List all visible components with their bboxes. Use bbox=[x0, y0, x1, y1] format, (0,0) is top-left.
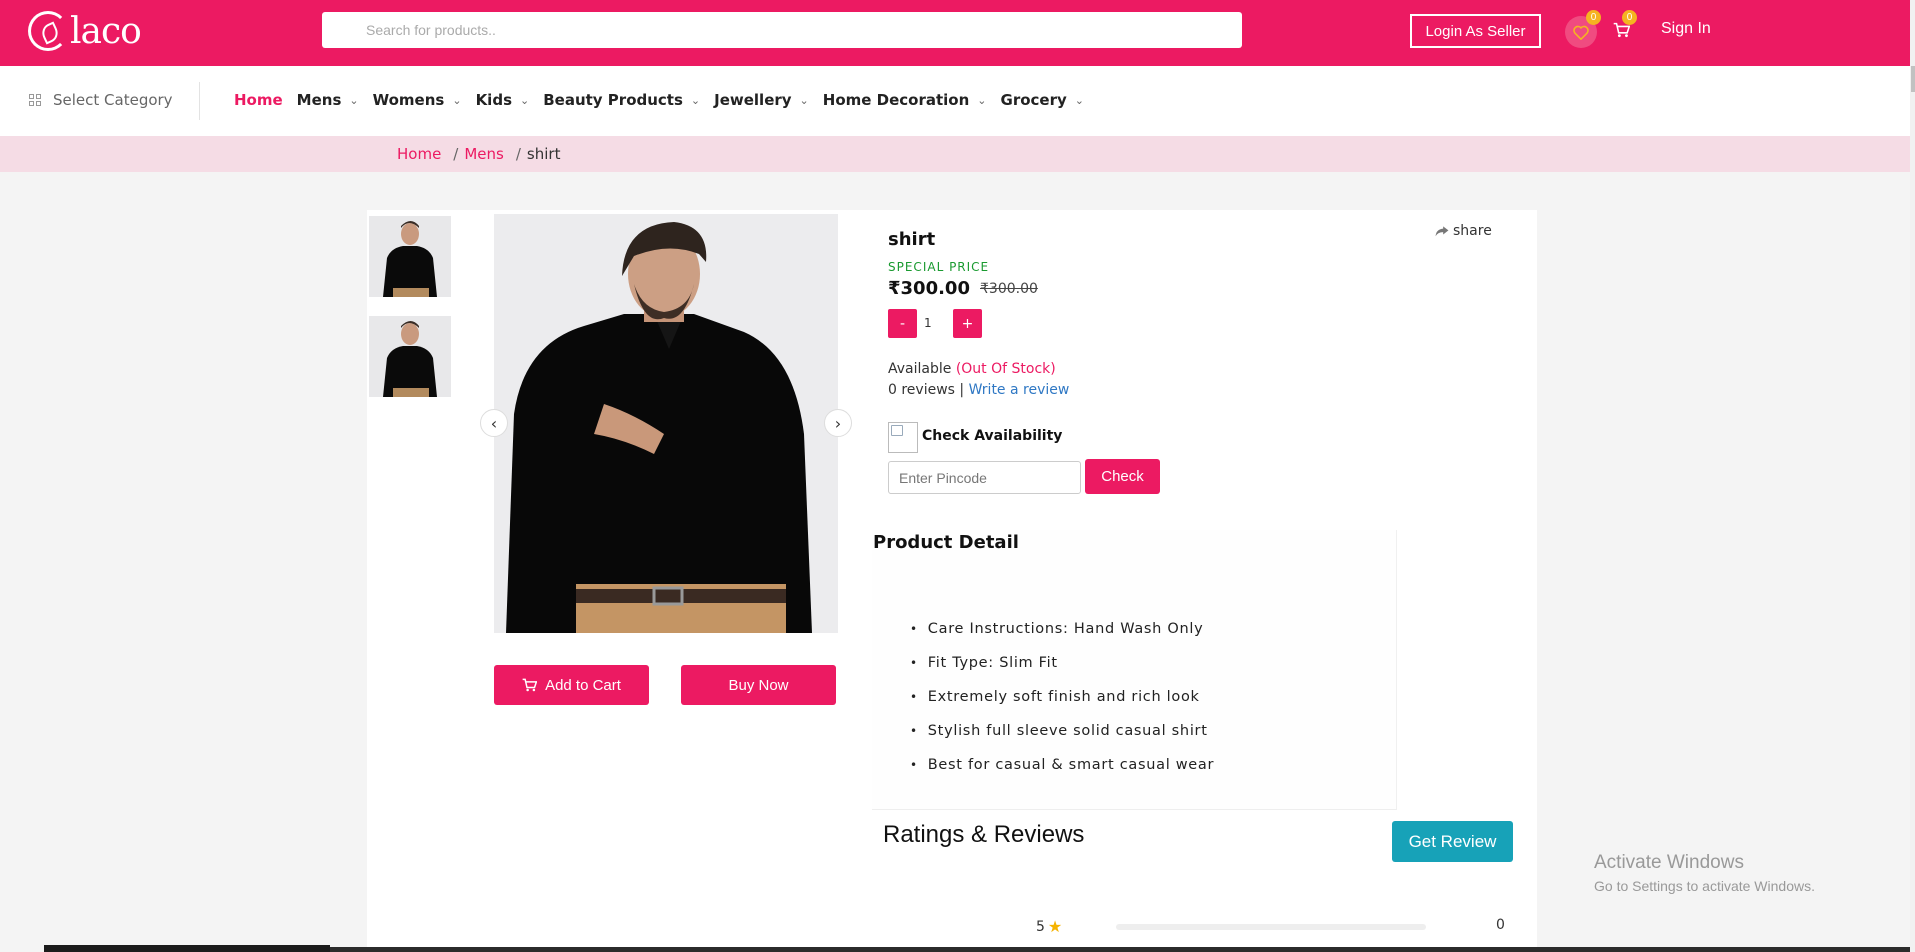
scrollbar-thumb[interactable] bbox=[1911, 66, 1915, 92]
nav-item-jewellery[interactable]: Jewellery ⌄ bbox=[714, 91, 809, 109]
breadcrumb: Home / Mens / shirt bbox=[397, 145, 560, 163]
product-title: shirt bbox=[888, 229, 936, 250]
breadcrumb-bar: Home / Mens / shirt bbox=[0, 136, 1910, 172]
breadcrumb-current: shirt bbox=[526, 145, 561, 163]
buy-now-button[interactable]: Buy Now bbox=[681, 665, 836, 705]
chevron-down-icon: ⌄ bbox=[799, 93, 809, 107]
site-logo[interactable]: laco bbox=[28, 10, 142, 52]
check-availability-label: Check Availability bbox=[922, 428, 1063, 444]
shirt-model-image bbox=[494, 214, 838, 633]
add-to-cart-label: Add to Cart bbox=[545, 676, 621, 694]
nav-item-home-decoration[interactable]: Home Decoration ⌄ bbox=[823, 91, 987, 109]
cart-count-badge: 0 bbox=[1622, 10, 1637, 25]
grid-icon bbox=[29, 94, 41, 106]
write-review-link[interactable]: Write a review bbox=[969, 382, 1070, 398]
ratings-reviews-title: Ratings & Reviews bbox=[883, 821, 1085, 848]
main-menu: Home Mens ⌄ Womens ⌄ Kids ⌄ Beauty Products… bbox=[234, 91, 1098, 109]
breadcrumb-separator: / bbox=[453, 145, 459, 163]
stock-status: (Out Of Stock) bbox=[955, 361, 1056, 377]
reviews-summary: 0 reviews | Write a review bbox=[888, 382, 1069, 398]
activate-windows-title: Activate Windows bbox=[1594, 852, 1744, 873]
prev-image-button[interactable]: ‹ bbox=[480, 409, 508, 437]
nav-item-home[interactable]: Home bbox=[234, 91, 283, 109]
quantity-value[interactable]: 1 bbox=[924, 316, 932, 330]
product-thumbnail[interactable] bbox=[369, 316, 451, 397]
list-item: Fit Type: Slim Fit bbox=[910, 646, 1214, 680]
sign-in-link[interactable]: Sign In bbox=[1661, 20, 1711, 38]
chevron-down-icon: ⌄ bbox=[349, 93, 359, 107]
category-nav: Select Category Home Mens ⌄ Womens ⌄ Kids ⌄… bbox=[0, 66, 1910, 136]
cart-button[interactable]: 0 bbox=[1609, 10, 1637, 42]
heart-icon bbox=[1573, 25, 1589, 40]
list-item: Care Instructions: Hand Wash Only bbox=[910, 612, 1214, 646]
nav-divider bbox=[199, 82, 200, 120]
top-header: laco Login As Seller 0 0 Sign In bbox=[0, 0, 1915, 66]
availability-status: Available (Out Of Stock) bbox=[888, 361, 1056, 377]
product-price: ₹300.00 bbox=[888, 278, 970, 299]
check-pincode-button[interactable]: Check bbox=[1085, 459, 1160, 494]
nav-item-mens[interactable]: Mens ⌄ bbox=[297, 91, 359, 109]
product-detail-list: Care Instructions: Hand Wash Only Fit Ty… bbox=[910, 612, 1214, 782]
logo-text: laco bbox=[70, 10, 142, 52]
nav-item-beauty-products[interactable]: Beauty Products ⌄ bbox=[543, 91, 700, 109]
shirt-thumbnail-image bbox=[369, 316, 451, 397]
special-price-label: SPECIAL PRICE bbox=[888, 260, 990, 274]
list-item: Extremely soft finish and rich look bbox=[910, 680, 1214, 714]
star-icon: ★ bbox=[1047, 917, 1063, 936]
taskbar-item bbox=[44, 945, 330, 952]
nav-item-grocery[interactable]: Grocery ⌄ bbox=[1001, 91, 1084, 109]
breadcrumb-home[interactable]: Home bbox=[397, 145, 441, 163]
rating-stars-label: 5 ★ bbox=[1036, 917, 1062, 936]
breadcrumb-separator: / bbox=[515, 145, 521, 163]
available-label: Available bbox=[888, 361, 952, 377]
list-item: Stylish full sleeve solid casual shirt bbox=[910, 714, 1214, 748]
activate-windows-subtitle: Go to Settings to activate Windows. bbox=[1594, 878, 1815, 894]
pincode-input[interactable] bbox=[888, 461, 1081, 494]
shirt-thumbnail-image bbox=[369, 216, 451, 297]
reviews-count: 0 reviews | bbox=[888, 382, 965, 398]
share-button[interactable]: share bbox=[1435, 223, 1492, 239]
select-category-label: Select Category bbox=[53, 91, 173, 109]
logo-mark-icon bbox=[28, 11, 68, 51]
chevron-down-icon: ⌄ bbox=[690, 93, 701, 107]
add-to-cart-button[interactable]: Add to Cart bbox=[494, 665, 649, 705]
rating-row: 5 ★ 0 bbox=[1036, 917, 1506, 937]
product-main-image bbox=[494, 214, 838, 633]
share-label: share bbox=[1453, 223, 1492, 239]
chevron-down-icon: ⌄ bbox=[1074, 93, 1084, 107]
broken-image-icon bbox=[888, 422, 918, 453]
rating-count: 0 bbox=[1496, 917, 1505, 933]
chevron-down-icon: ⌄ bbox=[520, 93, 530, 107]
quantity-decrement-button[interactable]: - bbox=[888, 309, 917, 338]
login-as-seller-button[interactable]: Login As Seller bbox=[1410, 14, 1541, 48]
wishlist-button[interactable]: 0 bbox=[1565, 10, 1601, 48]
select-category-dropdown[interactable]: Select Category bbox=[29, 91, 173, 109]
chevron-down-icon: ⌄ bbox=[977, 93, 987, 107]
get-review-button[interactable]: Get Review bbox=[1392, 821, 1513, 862]
rating-progress-bar bbox=[1116, 924, 1426, 930]
next-image-button[interactable]: › bbox=[824, 409, 852, 437]
nav-item-kids[interactable]: Kids ⌄ bbox=[476, 91, 530, 109]
quantity-increment-button[interactable]: + bbox=[953, 309, 982, 338]
activate-windows-watermark: Activate Windows Go to Settings to activ… bbox=[1594, 852, 1815, 894]
scrollbar[interactable] bbox=[1910, 0, 1915, 952]
product-thumbnail[interactable] bbox=[369, 216, 451, 297]
taskbar bbox=[330, 947, 1910, 952]
breadcrumb-mens[interactable]: Mens bbox=[464, 145, 504, 163]
product-detail-title: Product Detail bbox=[873, 532, 1019, 553]
share-icon bbox=[1435, 226, 1449, 237]
list-item: Best for casual & smart casual wear bbox=[910, 748, 1214, 782]
cart-icon bbox=[522, 678, 538, 692]
search-input[interactable] bbox=[322, 12, 1242, 48]
original-price: ₹300.00 bbox=[980, 281, 1038, 297]
rating-star-value: 5 bbox=[1036, 918, 1045, 935]
wishlist-count-badge: 0 bbox=[1586, 10, 1601, 25]
chevron-down-icon: ⌄ bbox=[452, 93, 462, 107]
nav-item-womens[interactable]: Womens ⌄ bbox=[373, 91, 462, 109]
